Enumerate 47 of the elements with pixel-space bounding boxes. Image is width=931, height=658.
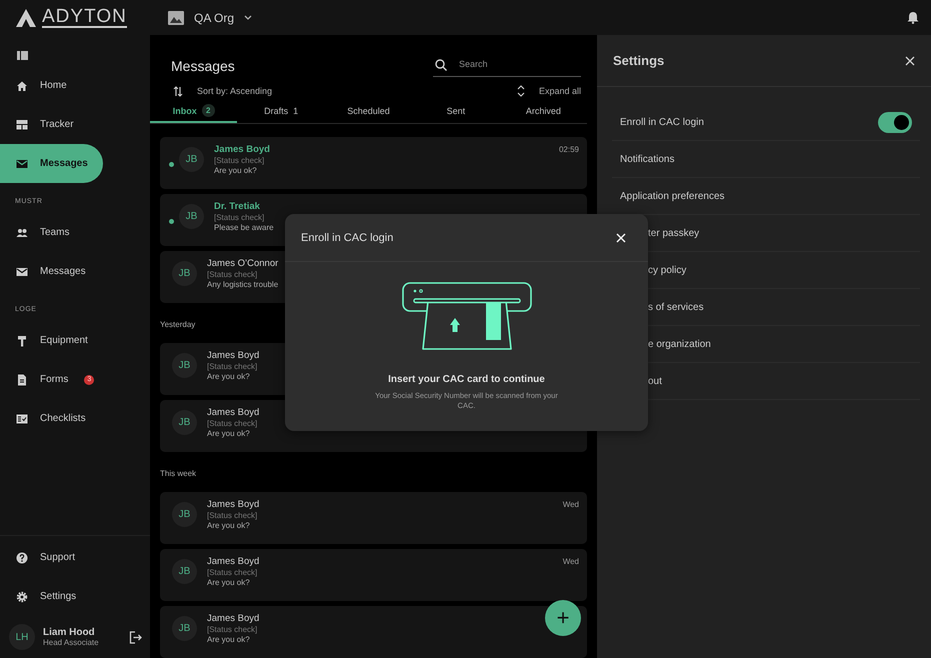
- logo-text: ADYTON: [42, 8, 127, 28]
- tab-count: 1: [293, 106, 298, 116]
- sender-name: James Boyd: [214, 144, 270, 155]
- message-preview: Are you ok?: [207, 429, 250, 438]
- message-preview: Are you ok?: [207, 578, 250, 587]
- avatar: JB: [172, 502, 197, 527]
- message-subject: [Status check]: [207, 568, 258, 577]
- group-heading: This week: [160, 468, 198, 480]
- message-preview: Are you ok?: [207, 521, 250, 530]
- avatar: JB: [172, 353, 197, 378]
- message-subject: [Status check]: [207, 419, 258, 428]
- count-badge: 2: [202, 104, 215, 118]
- page-title: Messages: [171, 58, 235, 74]
- message-subject: [Status check]: [207, 625, 258, 634]
- user-name: Liam Hood: [43, 627, 96, 638]
- avatar: JB: [172, 261, 197, 286]
- user-role: Head Associate: [43, 638, 100, 647]
- message-preview: Any logistics trouble: [207, 280, 278, 289]
- message-subject: [Status check]: [214, 156, 264, 165]
- dialog-title: Enroll in CAC login: [301, 232, 394, 244]
- avatar: JB: [172, 559, 197, 584]
- message-subject: [Status check]: [214, 213, 264, 222]
- message-subject: [Status check]: [207, 270, 258, 279]
- group-heading: Yesterday: [160, 319, 196, 331]
- sender-name: Dr. Tretiak: [214, 201, 260, 212]
- sender-name: James Boyd: [207, 499, 260, 510]
- avatar: JB: [179, 147, 204, 172]
- message-preview: Are you ok?: [207, 635, 250, 644]
- panel-title: Settings: [613, 53, 664, 68]
- avatar: JB: [172, 616, 197, 641]
- message-time: 02:59: [558, 145, 579, 154]
- message-time: Wed: [562, 500, 579, 509]
- message-preview: Are you ok?: [207, 372, 250, 381]
- message-preview: Are you ok?: [214, 166, 257, 175]
- avatar: JB: [172, 410, 197, 435]
- message-preview: Please be aware: [214, 223, 274, 232]
- sender-name: James O’Connor: [207, 258, 278, 269]
- sender-name: James Boyd: [207, 556, 260, 567]
- message-time: Wed: [562, 557, 579, 566]
- sender-name: James Boyd: [207, 407, 260, 418]
- user-avatar: LH: [9, 624, 35, 650]
- message-subject: [Status check]: [207, 511, 258, 520]
- sender-name: James Boyd: [207, 613, 260, 624]
- dialog-heading: Insert your CAC card to continue: [388, 374, 545, 385]
- message-subject: [Status check]: [207, 362, 258, 371]
- sender-name: James Boyd: [207, 350, 260, 361]
- avatar: JB: [179, 204, 204, 229]
